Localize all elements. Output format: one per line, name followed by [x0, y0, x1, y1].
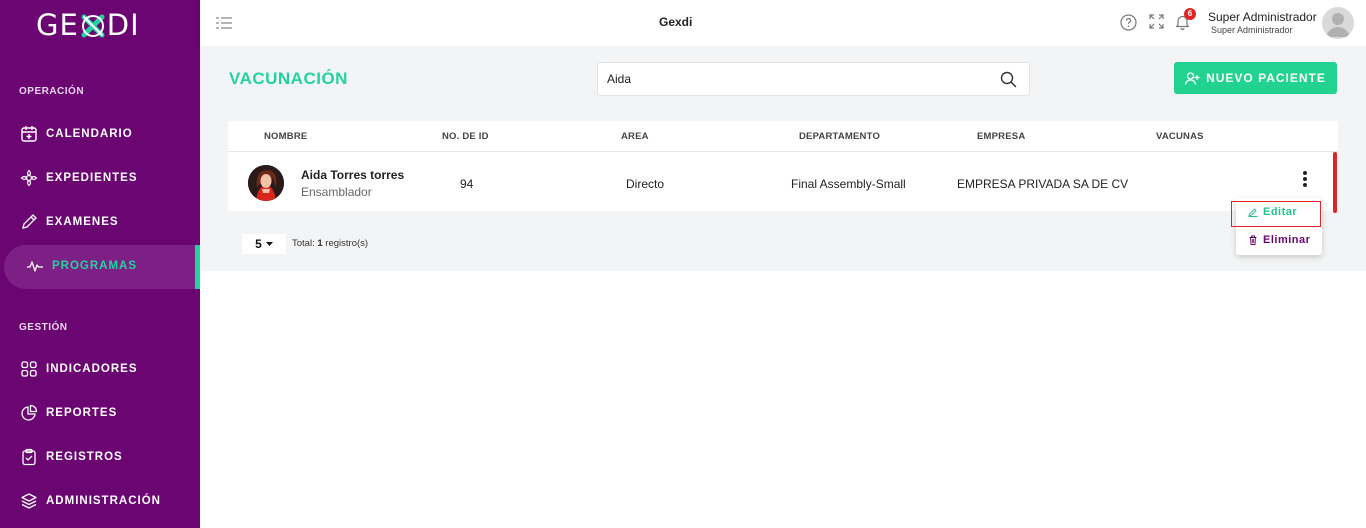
search-input[interactable]	[598, 63, 978, 95]
sidebar-item-indicadores[interactable]: INDICADORES	[20, 360, 138, 378]
menu-item-delete[interactable]: Eliminar	[1248, 234, 1310, 246]
trash-icon	[1249, 235, 1257, 245]
grid-icon	[21, 361, 37, 377]
sidebar-item-examenes[interactable]: EXAMENES	[20, 213, 119, 231]
pencil-icon	[22, 214, 37, 229]
row-scroll-indicator[interactable]	[1333, 152, 1337, 213]
sidebar-item-label: REPORTES	[46, 407, 118, 419]
clipboard-icon	[22, 448, 36, 466]
column-header-vacunas[interactable]: VACUNAS	[1156, 131, 1204, 142]
page-size-value: 5	[255, 237, 262, 251]
patient-photo	[248, 165, 284, 201]
sidebar-item-programas[interactable]: PROGRAMAS	[26, 257, 137, 275]
column-header-id[interactable]: NO. DE ID	[442, 131, 489, 142]
calendar-icon	[21, 126, 37, 142]
patient-department: Final Assembly-Small	[791, 177, 906, 191]
row-actions-kebab-icon[interactable]	[1298, 170, 1312, 188]
notification-badge: 6	[1184, 8, 1196, 20]
user-placeholder-icon	[1326, 13, 1350, 37]
logo-text-left: GE	[36, 8, 79, 42]
logo-text-right: DI	[106, 8, 140, 42]
search-box	[597, 62, 1030, 96]
app-title: Gexdi	[659, 15, 693, 29]
page-size-select[interactable]: 5	[242, 234, 286, 254]
app-logo[interactable]: GE DI	[36, 8, 140, 42]
section-label-gestion: GESTIÓN	[19, 322, 68, 333]
new-patient-label: NUEVO PACIENTE	[1206, 71, 1326, 85]
pulse-icon	[27, 261, 43, 272]
edit-highlight-outline	[1231, 201, 1321, 227]
column-header-area[interactable]: AREA	[621, 131, 649, 142]
column-header-departamento[interactable]: DEPARTAMENTO	[799, 131, 880, 142]
sidebar-item-label: EXAMENES	[46, 216, 119, 228]
sidebar-item-label: PROGRAMAS	[52, 260, 138, 272]
total-suffix: registro(s)	[322, 238, 369, 249]
flower-icon	[20, 169, 38, 187]
patient-avatar	[248, 165, 284, 201]
column-header-nombre[interactable]: NOMBRE	[264, 131, 307, 142]
new-patient-button[interactable]: NUEVO PACIENTE	[1174, 62, 1337, 94]
pie-chart-icon	[21, 404, 38, 421]
user-role: Super Administrador	[1211, 25, 1293, 35]
menu-toggle-icon[interactable]	[216, 17, 232, 29]
search-icon[interactable]	[1000, 71, 1017, 88]
patient-role: Ensamblador	[301, 185, 372, 199]
layers-icon	[21, 493, 37, 509]
total-records: Total: 1 registro(s)	[292, 238, 368, 249]
sidebar-item-registros[interactable]: REGISTROS	[20, 448, 123, 466]
sidebar-item-expedientes[interactable]: EXPEDIENTES	[20, 169, 138, 187]
sidebar-item-label: CALENDARIO	[46, 128, 133, 140]
sidebar-item-label: INDICADORES	[46, 363, 138, 375]
help-icon[interactable]	[1120, 14, 1137, 31]
sidebar: GE DI OPERACIÓN CALENDARIO EXPEDIENTES E…	[0, 0, 200, 528]
sidebar-item-label: ADMINISTRACIÓN	[46, 495, 161, 507]
column-header-empresa[interactable]: EMPRESA	[977, 131, 1025, 142]
patient-name[interactable]: Aida Torres torres	[301, 168, 404, 182]
fullscreen-icon[interactable]	[1149, 14, 1164, 29]
menu-item-delete-label: Eliminar	[1263, 234, 1311, 246]
table-row[interactable]: Aida Torres torres Ensamblador 94 Direct…	[228, 152, 1338, 211]
sidebar-item-administracion[interactable]: ADMINISTRACIÓN	[20, 492, 161, 510]
page-title: VACUNACIÓN	[229, 69, 348, 88]
user-avatar[interactable]	[1322, 7, 1354, 39]
patients-table: NOMBRE NO. DE ID AREA DEPARTAMENTO EMPRE…	[228, 121, 1338, 211]
sidebar-item-label: REGISTROS	[46, 451, 123, 463]
caret-down-icon	[265, 241, 273, 246]
patient-company: EMPRESA PRIVADA SA DE CV	[957, 177, 1129, 191]
patient-area: Directo	[626, 177, 665, 191]
section-label-operacion: OPERACIÓN	[19, 86, 85, 97]
top-bar: Gexdi 6 Super Administrador Super Admini…	[200, 0, 1366, 46]
total-prefix: Total:	[292, 238, 318, 249]
add-user-icon	[1185, 71, 1200, 85]
user-name[interactable]: Super Administrador	[1208, 10, 1317, 24]
sidebar-item-label: EXPEDIENTES	[46, 172, 138, 184]
sidebar-item-calendario[interactable]: CALENDARIO	[20, 125, 133, 143]
sidebar-item-reportes[interactable]: REPORTES	[20, 404, 117, 422]
patient-id: 94	[460, 177, 474, 191]
logo-cross-icon	[80, 12, 106, 38]
